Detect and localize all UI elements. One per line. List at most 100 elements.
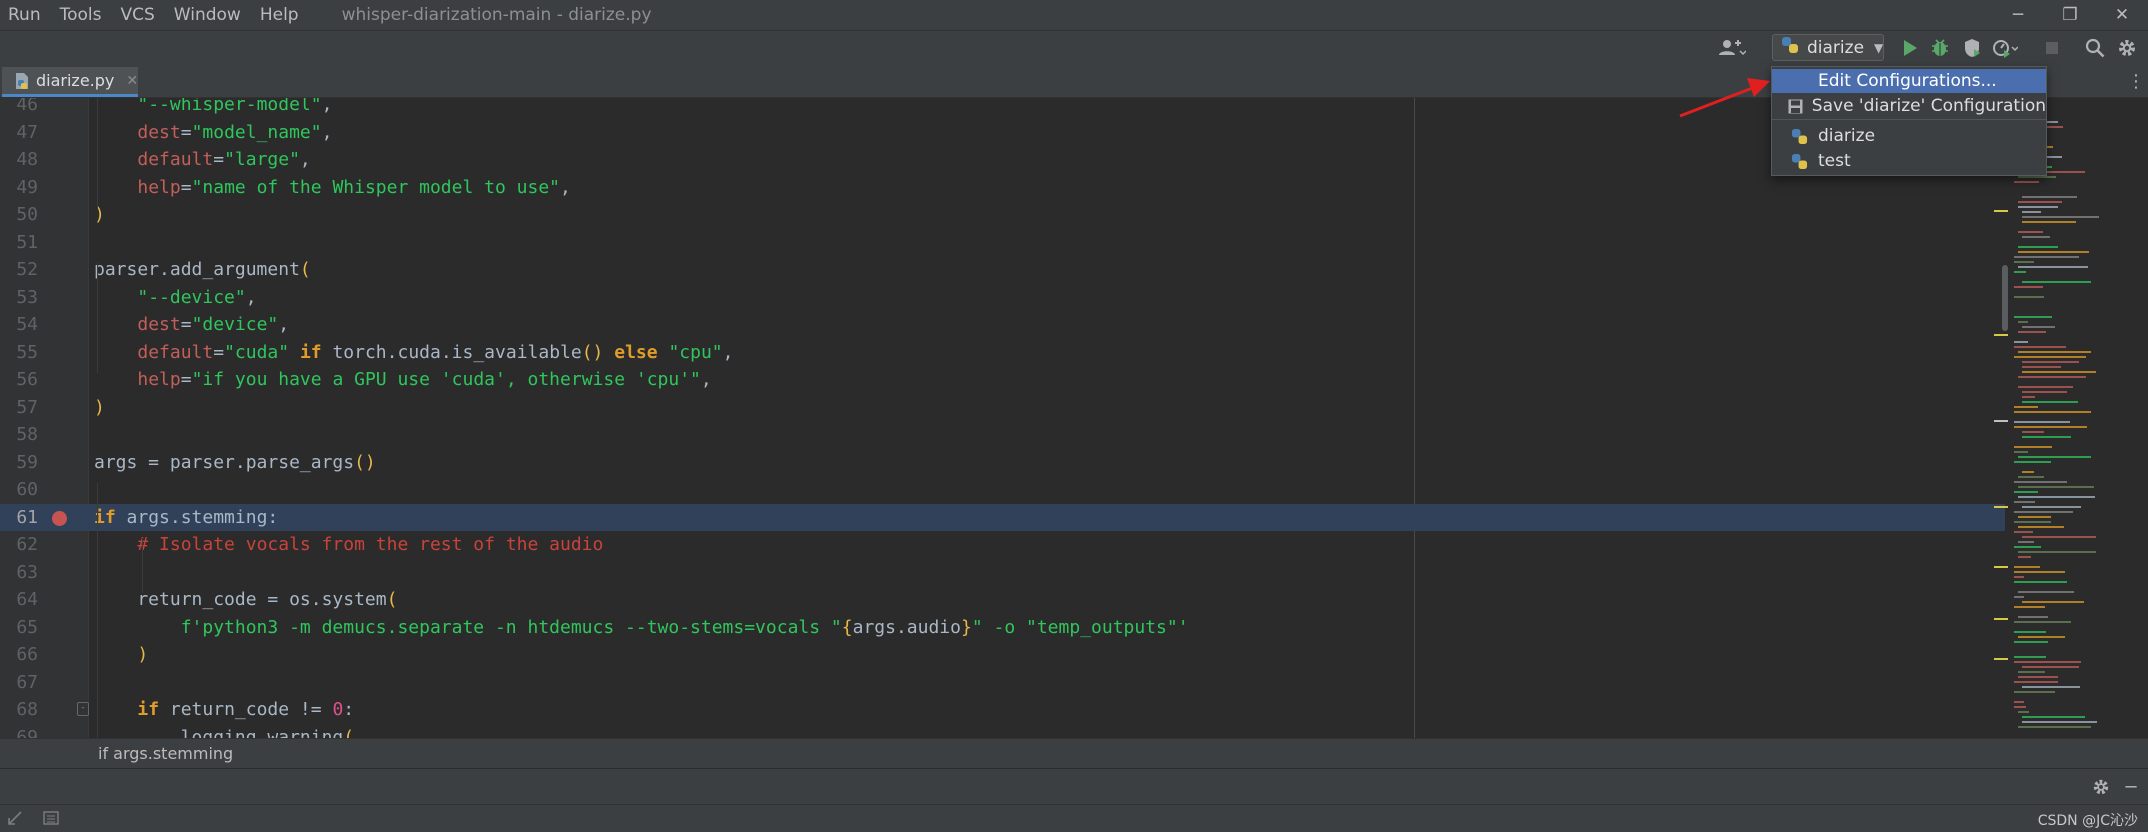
run-configuration-selector[interactable]: diarize ▼ — [1772, 34, 1884, 61]
code-line[interactable]: 68 - if return_code != 0: — [0, 696, 2005, 724]
code-line[interactable]: 51 — [0, 229, 2005, 257]
code-line[interactable]: 59 args = parser.parse_args() — [0, 449, 2005, 477]
hide-tool-windows-icon[interactable] — [4, 804, 26, 832]
menu-vcs[interactable]: VCS — [111, 5, 164, 25]
line-number[interactable]: 63 — [0, 559, 38, 587]
line-number[interactable]: 51 — [0, 229, 38, 257]
line-number[interactable]: 48 — [0, 146, 38, 174]
fold-icon[interactable]: - — [77, 702, 89, 716]
vertical-scrollbar-thumb[interactable] — [2002, 265, 2008, 331]
menu-help[interactable]: Help — [250, 5, 308, 25]
line-number[interactable]: 57 — [0, 394, 38, 422]
code-line[interactable]: 57) — [0, 394, 2005, 422]
indent-guide — [142, 538, 143, 593]
minimap-line — [2022, 471, 2034, 473]
breadcrumb-item[interactable]: if args.stemming — [98, 744, 233, 763]
minimap-line — [2022, 371, 2096, 373]
minimap-marker — [1994, 420, 2008, 422]
line-number[interactable]: 65 — [0, 614, 38, 642]
code-line[interactable]: 55 default="cuda" if torch.cuda.is_avail… — [0, 339, 2005, 367]
menu-run[interactable]: Run — [0, 5, 50, 25]
line-number[interactable]: 58 — [0, 421, 38, 449]
code-line[interactable]: 47 dest="model_name", — [0, 119, 2005, 147]
code-line[interactable]: 69 logging.warning( — [0, 724, 2005, 739]
minimap-line — [2014, 356, 2086, 358]
minimap-line — [2018, 556, 2031, 558]
stop-icon[interactable] — [2042, 33, 2062, 63]
code-line[interactable]: 61 if args.stemming: — [0, 503, 2005, 532]
minimap-line — [2014, 426, 2087, 428]
profile-icon[interactable] — [1990, 33, 2020, 63]
line-number[interactable]: 46 — [0, 98, 38, 119]
close-tab-icon[interactable]: ✕ — [126, 73, 138, 89]
menu-tools[interactable]: Tools — [50, 5, 111, 25]
minimap-line — [2014, 316, 2052, 318]
code-line[interactable]: 56 help="if you have a GPU use 'cuda', o… — [0, 366, 2005, 394]
layout-icon[interactable] — [40, 804, 62, 832]
code-line[interactable]: 52 parser.add_argument( — [0, 256, 2005, 284]
line-number[interactable]: 62 — [0, 531, 38, 559]
config-item-diarize[interactable]: diarize — [1772, 124, 2046, 148]
line-number[interactable]: 54 — [0, 311, 38, 339]
line-number[interactable]: 68 — [0, 696, 38, 724]
breakpoint-icon[interactable] — [52, 510, 67, 526]
code-minimap[interactable] — [1994, 98, 2148, 738]
code-line[interactable]: 63 — [0, 559, 2005, 587]
minimap-line — [2014, 661, 2081, 663]
tab-diarize-py[interactable]: diarize.py ✕ — [2, 67, 138, 97]
code-line[interactable]: 50) — [0, 201, 2005, 229]
menu-window[interactable]: Window — [164, 5, 250, 25]
add-user-icon[interactable] — [1714, 33, 1750, 63]
save-configuration-item[interactable]: Save 'diarize' Configuration — [1772, 94, 2046, 118]
minimize-button[interactable]: ─ — [1992, 5, 2044, 25]
code-line[interactable]: 53 "--device", — [0, 284, 2005, 312]
minimap-marker — [1994, 618, 2008, 620]
code-line[interactable]: 65 f'python3 -m demucs.separate -n htdem… — [0, 614, 2005, 642]
line-number[interactable]: 69 — [0, 724, 38, 739]
line-number[interactable]: 50 — [0, 201, 38, 229]
run-icon[interactable] — [1896, 33, 1924, 63]
search-icon[interactable] — [2080, 33, 2110, 63]
code-line[interactable]: 48 default="large", — [0, 146, 2005, 174]
code-line[interactable]: 58 — [0, 421, 2005, 449]
code-line[interactable]: 60 — [0, 476, 2005, 504]
minimap-line — [2022, 721, 2097, 723]
debug-icon[interactable] — [1926, 33, 1954, 63]
close-button[interactable]: ✕ — [2096, 5, 2148, 25]
line-number[interactable]: 56 — [0, 366, 38, 394]
config-item-test[interactable]: test — [1772, 149, 2046, 173]
code-line[interactable]: 66 ) — [0, 641, 2005, 669]
code-editor[interactable]: 46 "--whisper-model", 47 dest="model_name… — [0, 98, 2148, 738]
line-number[interactable]: 67 — [0, 669, 38, 697]
gear-icon[interactable] — [2112, 33, 2142, 63]
more-vertical-icon[interactable]: ⋮ — [2127, 66, 2145, 96]
code-line[interactable]: 54 dest="device", — [0, 311, 2005, 339]
line-number[interactable]: 49 — [0, 174, 38, 202]
line-number[interactable]: 59 — [0, 449, 38, 477]
minimap-line — [2014, 481, 2067, 483]
line-number[interactable]: 52 — [0, 256, 38, 284]
save-icon — [1788, 99, 1804, 114]
code-text: default="cuda" if torch.cuda.is_availabl… — [137, 341, 734, 363]
line-number[interactable]: 60 — [0, 476, 38, 504]
edit-configurations-item[interactable]: Edit Configurations... — [1772, 69, 2046, 93]
minimap-line — [2022, 221, 2076, 223]
indent-guide — [97, 263, 98, 373]
code-line[interactable]: 62 # Isolate vocals from the rest of the… — [0, 531, 2005, 559]
code-line[interactable]: 49 help="name of the Whisper model to us… — [0, 174, 2005, 202]
line-number[interactable]: 61 — [0, 504, 38, 532]
line-number[interactable]: 64 — [0, 586, 38, 614]
line-number[interactable]: 53 — [0, 284, 38, 312]
minimize-panel-icon[interactable]: ─ — [2118, 772, 2144, 802]
code-line[interactable]: 67 — [0, 669, 2005, 697]
gear-icon[interactable] — [2088, 772, 2114, 802]
code-line[interactable]: 46 "--whisper-model", — [0, 98, 2005, 119]
restore-button[interactable]: ❐ — [2044, 5, 2096, 25]
minimap-line — [2022, 211, 2041, 213]
line-number[interactable]: 47 — [0, 119, 38, 147]
coverage-icon[interactable] — [1958, 33, 1986, 63]
line-number[interactable]: 55 — [0, 339, 38, 367]
line-number[interactable]: 66 — [0, 641, 38, 669]
minimap-line — [2018, 386, 2073, 388]
code-line[interactable]: 64 return_code = os.system( — [0, 586, 2005, 614]
